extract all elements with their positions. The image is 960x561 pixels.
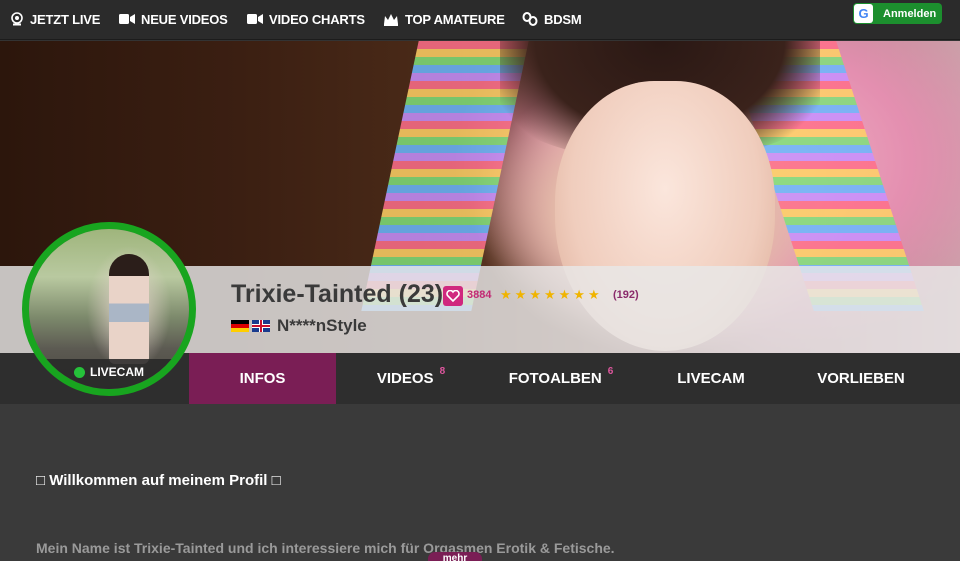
tab-label: LIVECAM [677, 370, 745, 387]
nav-item-label: NEUE VIDEOS [141, 11, 228, 27]
profile-avatar[interactable]: LIVECAM [22, 222, 196, 396]
live-status-icon [74, 366, 85, 378]
profile-content: □ Willkommen auf meinem Profil □ Mein Na… [0, 404, 960, 561]
tab-label: VORLIEBEN [817, 370, 905, 387]
tab-videos[interactable]: VIDEOS 8 [336, 353, 486, 404]
heart-icon [446, 290, 460, 302]
login-label: Anmelden [883, 7, 937, 20]
german-flag-icon [231, 320, 249, 332]
fans-heart-icon[interactable] [443, 286, 463, 306]
tab-count-badge: 6 [607, 366, 614, 377]
top-navigation: JETZT LIVE NEUE VIDEOS VIDEO CHARTS TOP … [0, 0, 960, 40]
google-icon-letter: G [858, 6, 869, 21]
video-camera-icon [247, 14, 263, 24]
nav-item-label: BDSM [544, 11, 582, 27]
tab-fotoalben[interactable]: FOTOALBEN 6 [486, 353, 636, 404]
star-icon: ★ [529, 287, 541, 302]
tab-infos[interactable]: INFOS [189, 353, 336, 404]
star-icon: ★ [514, 287, 527, 302]
star-icon: ★ [573, 287, 585, 302]
fans-count: 3884 [467, 289, 492, 301]
rating-count[interactable]: (192) [613, 289, 639, 301]
tab-label: INFOS [239, 370, 286, 387]
uk-flag-icon [252, 320, 270, 332]
webcam-icon [11, 12, 23, 26]
livecam-badge-label: LIVECAM [90, 365, 144, 379]
nav-item-bdsm[interactable]: BDSM [522, 0, 582, 38]
crown-icon [384, 13, 398, 26]
profile-name: Trixie-Tainted (23) [231, 280, 444, 308]
google-icon: G [854, 4, 873, 23]
rating-stars: ★ ★ ★ ★ ★ ★ ★ [500, 287, 600, 303]
star-icon: ★ [558, 287, 571, 302]
chain-icon [522, 12, 538, 26]
livecam-badge[interactable]: LIVECAM [29, 359, 189, 389]
tab-label: FOTOALBEN [508, 370, 602, 387]
nav-item-video-charts[interactable]: VIDEO CHARTS [247, 0, 365, 38]
language-flags [231, 320, 270, 332]
tab-label: VIDEOS [376, 370, 434, 387]
nav-item-neue-videos[interactable]: NEUE VIDEOS [119, 0, 228, 38]
more-button[interactable]: mehr [428, 552, 482, 561]
tab-count-badge: 8 [439, 366, 446, 377]
nav-item-top-amateure[interactable]: TOP AMATEURE [383, 0, 505, 38]
welcome-heading: □ Willkommen auf meinem Profil □ [36, 472, 281, 489]
nav-item-jetzt-live[interactable]: JETZT LIVE [10, 0, 100, 38]
nav-item-label: JETZT LIVE [30, 11, 101, 27]
avatar-figure [109, 254, 149, 364]
tab-vorlieben[interactable]: VORLIEBEN [786, 353, 936, 404]
nav-item-label: TOP AMATEURE [405, 11, 505, 27]
star-icon: ★ [587, 287, 600, 302]
profile-intro-text: Mein Name ist Trixie-Tainted und ich int… [36, 540, 615, 556]
profile-agency[interactable]: N****nStyle [277, 316, 367, 336]
login-button[interactable]: G Anmelden [853, 3, 942, 24]
star-icon: ★ [543, 287, 556, 302]
tab-livecam[interactable]: LIVECAM [636, 353, 786, 404]
nav-item-label: VIDEO CHARTS [269, 11, 365, 27]
video-camera-icon [119, 14, 135, 24]
star-icon: ★ [500, 287, 512, 302]
